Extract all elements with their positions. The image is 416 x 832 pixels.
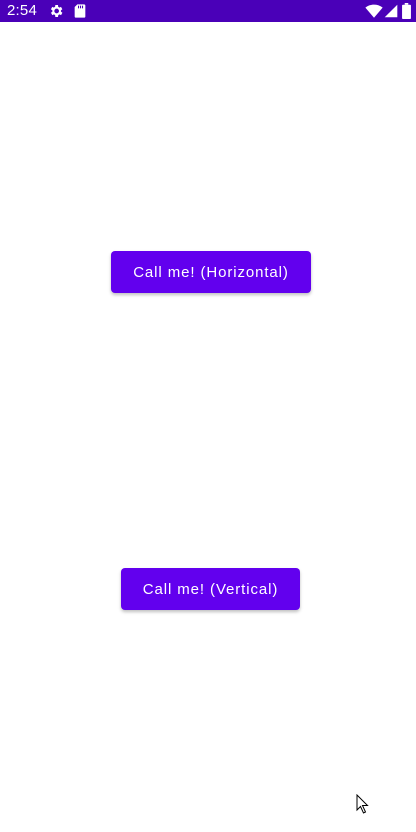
call-me-vertical-label: Call me! (Vertical) (142, 580, 279, 598)
status-bar: 2:54 (0, 0, 416, 22)
call-me-vertical-button[interactable]: Call me! (Vertical) (121, 568, 300, 610)
cell-signal-icon (384, 4, 398, 18)
sd-card-icon (74, 4, 86, 18)
mouse-pointer-icon (356, 794, 369, 814)
call-me-horizontal-label: Call me! (Horizontal) (133, 263, 289, 281)
status-time: 2:54 (7, 2, 37, 19)
battery-icon (402, 3, 411, 19)
app-screen: 2:54 Call me! (Horizontal) Call me! (Ver… (0, 0, 416, 832)
wifi-icon (365, 4, 383, 18)
gear-icon (50, 5, 63, 17)
call-me-horizontal-button[interactable]: Call me! (Horizontal) (111, 251, 311, 293)
